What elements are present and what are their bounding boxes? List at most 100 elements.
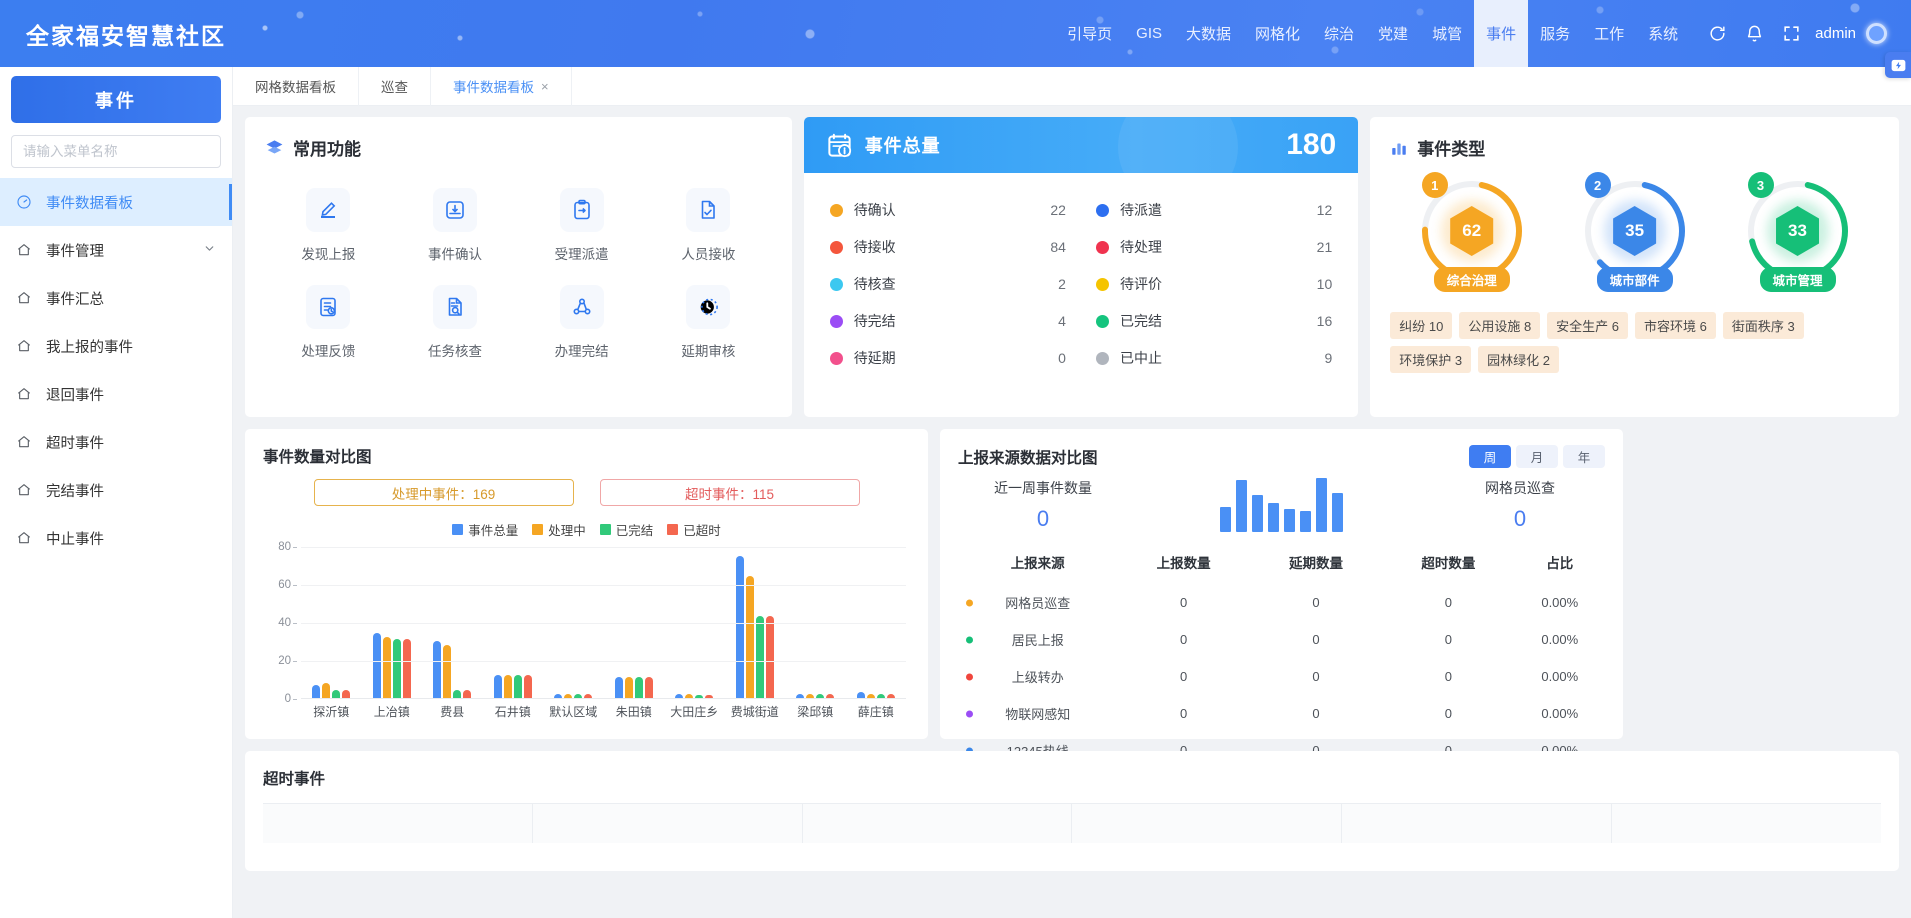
status-row[interactable]: 待完结 4	[829, 306, 1066, 336]
bar[interactable]	[372, 633, 381, 698]
legend-item-2[interactable]: 已完结	[599, 520, 653, 539]
sidebar-item-5[interactable]: 超时事件	[0, 418, 232, 466]
function-2[interactable]: 受理派遣	[518, 188, 645, 263]
function-7[interactable]: 延期审核	[645, 285, 772, 360]
bar[interactable]	[433, 641, 442, 698]
event-type-tag-4[interactable]: 街面秩序 3	[1722, 312, 1804, 339]
legend-item-0[interactable]: 事件总量	[452, 520, 518, 539]
bar[interactable]	[886, 694, 895, 698]
status-row[interactable]: 待接收 84	[829, 232, 1066, 262]
bar[interactable]	[856, 692, 865, 698]
bar[interactable]	[382, 637, 391, 698]
event-type-ring-2[interactable]: 3 33 城市管理	[1743, 172, 1853, 292]
nav-item-3[interactable]: 网格化	[1243, 0, 1312, 67]
legend-item-1[interactable]: 处理中	[532, 520, 586, 539]
period-周[interactable]: 周	[1469, 445, 1511, 468]
nav-item-1[interactable]: GIS	[1124, 0, 1174, 67]
bar[interactable]	[312, 684, 321, 698]
refresh-icon[interactable]	[1708, 24, 1727, 43]
overtime-events-pill[interactable]: 超时事件：115	[599, 479, 860, 506]
sidebar-item-3[interactable]: 我上报的事件	[0, 322, 232, 370]
period-年[interactable]: 年	[1563, 445, 1605, 468]
function-1[interactable]: 事件确认	[392, 188, 519, 263]
event-type-tag-1[interactable]: 公用设施 8	[1459, 312, 1541, 339]
bar[interactable]	[644, 677, 653, 698]
function-0[interactable]: 发现上报	[265, 188, 392, 263]
bar[interactable]	[806, 694, 815, 698]
event-type-tag-2[interactable]: 安全生产 6	[1547, 312, 1629, 339]
bar[interactable]	[695, 695, 704, 698]
bar[interactable]	[443, 644, 452, 698]
bar[interactable]	[876, 694, 885, 698]
bar[interactable]	[493, 675, 502, 698]
bar[interactable]	[503, 675, 512, 698]
sidebar-item-2[interactable]: 事件汇总	[0, 274, 232, 322]
processing-events-pill[interactable]: 处理中事件：169	[313, 479, 574, 506]
event-type-ring-1[interactable]: 2 35 城市部件	[1580, 172, 1690, 292]
function-6[interactable]: 办理完结	[518, 285, 645, 360]
status-row[interactable]: 待核查 2	[829, 269, 1066, 299]
bar[interactable]	[685, 694, 694, 698]
status-row[interactable]: 已完结 16	[1095, 306, 1332, 336]
bar[interactable]	[816, 694, 825, 698]
bar[interactable]	[705, 695, 714, 698]
sidebar-item-7[interactable]: 中止事件	[0, 514, 232, 562]
bar[interactable]	[554, 694, 563, 698]
bar[interactable]	[634, 677, 643, 698]
status-row[interactable]: 待确认 22	[829, 195, 1066, 225]
bar[interactable]	[735, 555, 744, 698]
table-row[interactable]: 物联网感知 0 0 0 0.00%	[958, 695, 1605, 732]
tab-0[interactable]: 网格数据看板	[233, 66, 359, 106]
nav-item-4[interactable]: 综治	[1312, 0, 1366, 67]
nav-item-5[interactable]: 党建	[1366, 0, 1420, 67]
bar[interactable]	[513, 675, 522, 698]
avatar[interactable]	[1866, 23, 1887, 44]
status-row[interactable]: 已中止 9	[1095, 343, 1332, 373]
bar[interactable]	[523, 675, 532, 698]
function-4[interactable]: 处理反馈	[265, 285, 392, 360]
bar[interactable]	[826, 694, 835, 698]
bar[interactable]	[322, 682, 331, 698]
bar[interactable]	[392, 639, 401, 698]
nav-item-10[interactable]: 系统	[1636, 0, 1690, 67]
tab-2[interactable]: 事件数据看板 ×	[431, 66, 572, 106]
nav-item-9[interactable]: 工作	[1582, 0, 1636, 67]
bar[interactable]	[584, 694, 593, 698]
bar[interactable]	[624, 677, 633, 698]
sidebar-item-4[interactable]: 退回事件	[0, 370, 232, 418]
bar[interactable]	[745, 576, 754, 698]
user-area[interactable]: admin	[1815, 23, 1911, 44]
menu-search-input[interactable]	[11, 135, 221, 168]
event-type-tag-6[interactable]: 园林绿化 2	[1478, 346, 1559, 373]
bar[interactable]	[765, 616, 774, 698]
table-row[interactable]: 上级转办 0 0 0 0.00%	[958, 658, 1605, 695]
table-row[interactable]: 网格员巡查 0 0 0 0.00%	[958, 584, 1605, 621]
status-row[interactable]: 待评价 10	[1095, 269, 1332, 299]
chevron-down-icon[interactable]	[203, 242, 216, 259]
bell-icon[interactable]	[1745, 24, 1764, 43]
nav-item-0[interactable]: 引导页	[1055, 0, 1124, 67]
bar[interactable]	[614, 677, 623, 698]
bar[interactable]	[564, 694, 573, 698]
fullscreen-icon[interactable]	[1782, 24, 1801, 43]
status-row[interactable]: 待派遣 12	[1095, 195, 1332, 225]
function-3[interactable]: 人员接收	[645, 188, 772, 263]
event-type-tag-0[interactable]: 纠纷 10	[1390, 312, 1453, 339]
status-row[interactable]: 待延期 0	[829, 343, 1066, 373]
bar[interactable]	[342, 690, 351, 698]
nav-item-6[interactable]: 城管	[1420, 0, 1474, 67]
table-row[interactable]: 居民上报 0 0 0 0.00%	[958, 621, 1605, 658]
function-5[interactable]: 任务核查	[392, 285, 519, 360]
bar[interactable]	[675, 694, 684, 698]
period-月[interactable]: 月	[1516, 445, 1558, 468]
tab-1[interactable]: 巡查	[359, 66, 431, 106]
bar[interactable]	[463, 690, 472, 698]
nav-item-7[interactable]: 事件	[1474, 0, 1529, 67]
bar[interactable]	[402, 639, 411, 698]
sidebar-item-1[interactable]: 事件管理	[0, 226, 232, 274]
close-icon[interactable]: ×	[541, 79, 549, 94]
corner-widget-button[interactable]	[1885, 52, 1911, 78]
nav-item-8[interactable]: 服务	[1528, 0, 1582, 67]
nav-item-2[interactable]: 大数据	[1174, 0, 1243, 67]
sidebar-item-0[interactable]: 事件数据看板	[0, 178, 232, 226]
